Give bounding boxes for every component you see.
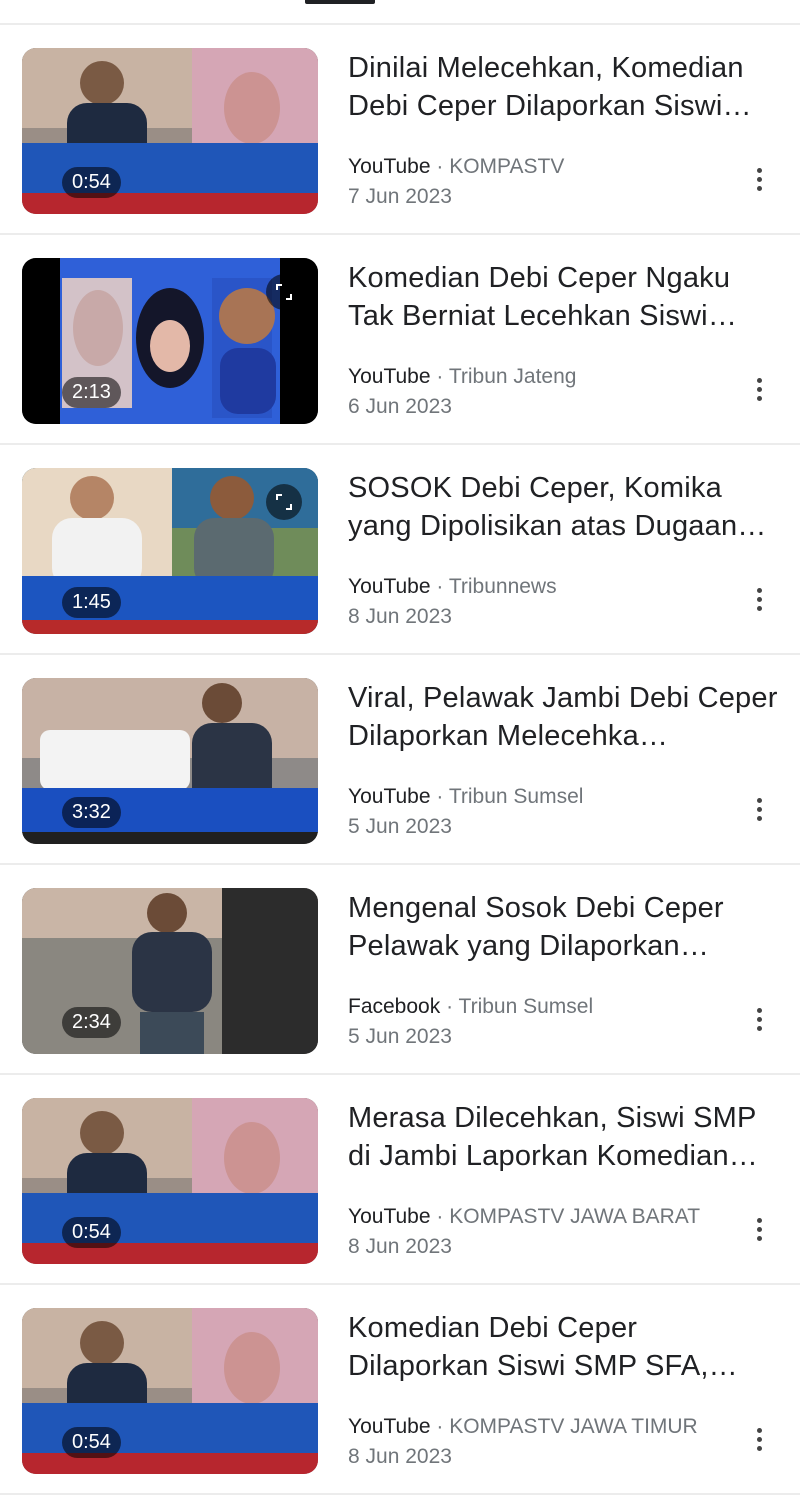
video-date: 8 Jun 2023 [348,1445,452,1468]
video-platform: YouTube [348,155,431,178]
video-duration: 0:54 [62,167,121,198]
video-source-line: Facebook · Tribun Sumsel [348,995,593,1019]
video-platform: YouTube [348,575,431,598]
video-thumbnail[interactable]: 0:54 [22,48,318,214]
meta-separator: · [430,575,449,598]
video-source-line: YouTube · Tribun Jateng [348,365,576,389]
video-duration: 0:54 [62,1427,121,1458]
meta-separator: · [430,155,450,178]
video-source-line: YouTube · Tribunnews [348,575,557,599]
video-source-line: YouTube · Tribun Sumsel [348,785,583,809]
video-date: 5 Jun 2023 [348,1025,452,1048]
video-title[interactable]: Komedian Debi Ceper Dilaporkan Siswi SMP… [348,1309,778,1385]
more-vert-icon[interactable] [752,378,766,404]
video-title[interactable]: Merasa Dilecehkan, Siswi SMP di Jambi La… [348,1099,778,1175]
video-duration: 2:34 [62,1007,121,1038]
video-thumbnail[interactable]: 0:54 [22,1308,318,1474]
video-channel: Tribun Sumsel [448,785,584,808]
video-platform: Facebook [348,995,441,1018]
video-channel: Tribunnews [448,575,557,598]
video-title[interactable]: Mengenal Sosok Debi Ceper Pelawak yang D… [348,889,778,965]
video-title[interactable]: Komedian Debi Ceper Ngaku Tak Berniat Le… [348,259,778,335]
expand-icon[interactable] [266,274,302,310]
meta-separator: · [430,365,449,388]
video-duration: 2:13 [62,377,121,408]
more-vert-icon[interactable] [752,1008,766,1034]
video-duration: 3:32 [62,797,121,828]
video-result-item[interactable]: 0:54 Dinilai Melecehkan, Komedian Debi C… [0,25,800,235]
video-title[interactable]: Viral, Pelawak Jambi Debi Ceper Dilapork… [348,679,778,755]
more-vert-icon[interactable] [752,588,766,614]
video-source-line: YouTube · KOMPASTV JAWA BARAT [348,1205,700,1229]
video-thumbnail[interactable]: 0:54 [22,1098,318,1264]
more-vert-icon[interactable] [752,168,766,194]
video-result-item[interactable]: 0:54 Komedian Debi Ceper Dilaporkan Sisw… [0,1285,800,1495]
meta-separator: · [430,785,449,808]
meta-separator: · [430,1415,450,1438]
video-platform: YouTube [348,1415,431,1438]
video-channel: Tribun Sumsel [458,995,594,1018]
video-thumbnail[interactable]: 3:32 [22,678,318,844]
video-source-line: YouTube · KOMPASTV [348,155,564,179]
video-channel: KOMPASTV JAWA TIMUR [449,1415,698,1438]
video-thumbnail[interactable]: 2:13 [22,258,318,424]
video-source-line: YouTube · KOMPASTV JAWA TIMUR [348,1415,698,1439]
video-date: 5 Jun 2023 [348,815,452,838]
video-channel: Tribun Jateng [448,365,577,388]
video-thumbnail[interactable]: 2:34 [22,888,318,1054]
video-result-item[interactable]: 3:32 Viral, Pelawak Jambi Debi Ceper Dil… [0,655,800,865]
video-result-item[interactable]: 2:13 Komedian Debi Ceper Ngaku Tak Berni… [0,235,800,445]
video-platform: YouTube [348,785,431,808]
video-platform: YouTube [348,1205,431,1228]
more-vert-icon[interactable] [752,1218,766,1244]
video-platform: YouTube [348,365,431,388]
video-result-item[interactable]: 0:54 Merasa Dilecehkan, Siswi SMP di Jam… [0,1075,800,1285]
video-channel: KOMPASTV JAWA BARAT [449,1205,701,1228]
tab-indicator [305,0,375,4]
video-result-item[interactable]: 2:34 Mengenal Sosok Debi Ceper Pelawak y… [0,865,800,1075]
meta-separator: · [440,995,459,1018]
video-date: 8 Jun 2023 [348,1235,452,1258]
video-result-item[interactable]: 1:45 SOSOK Debi Ceper, Komika yang Dipol… [0,445,800,655]
video-date: 7 Jun 2023 [348,185,452,208]
more-vert-icon[interactable] [752,1428,766,1454]
meta-separator: · [430,1205,450,1228]
video-title[interactable]: SOSOK Debi Ceper, Komika yang Dipolisika… [348,469,778,545]
video-date: 6 Jun 2023 [348,395,452,418]
video-duration: 1:45 [62,587,121,618]
expand-icon[interactable] [266,484,302,520]
video-channel: KOMPASTV [449,155,565,178]
video-duration: 0:54 [62,1217,121,1248]
video-title[interactable]: Dinilai Melecehkan, Komedian Debi Ceper … [348,49,778,125]
video-date: 8 Jun 2023 [348,605,452,628]
video-results-page: 0:54 Dinilai Melecehkan, Komedian Debi C… [0,0,800,1506]
video-list: 0:54 Dinilai Melecehkan, Komedian Debi C… [0,25,800,1495]
more-vert-icon[interactable] [752,798,766,824]
video-thumbnail[interactable]: 1:45 [22,468,318,634]
